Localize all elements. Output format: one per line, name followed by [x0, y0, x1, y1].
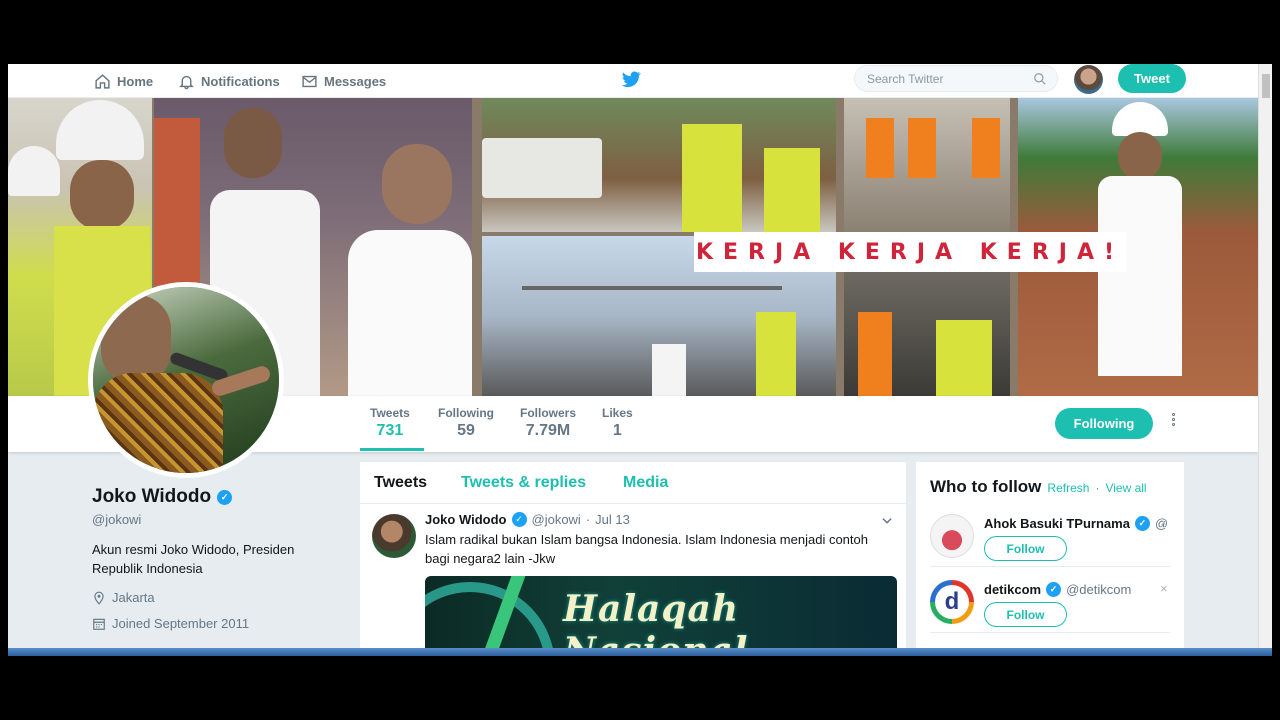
bell-icon: [179, 75, 194, 89]
stat-followers[interactable]: Followers 7.79M: [520, 406, 576, 440]
banner-photo-3: [482, 98, 836, 232]
nav-notifications-label: Notifications: [201, 73, 280, 89]
dismiss-suggestion-icon[interactable]: ×: [1160, 581, 1168, 596]
suggestion-name-text: detikcom: [984, 582, 1042, 597]
profile-bio: Akun resmi Joko Widodo, Presiden Republi…: [92, 542, 295, 576]
tweet-author-name[interactable]: Joko Widodo: [425, 512, 507, 527]
search-placeholder: Search Twitter: [867, 72, 944, 86]
browser-viewport: Home Notifications Messages Search Twitt…: [8, 64, 1272, 656]
stat-likes-value: 1: [612, 422, 622, 439]
profile-handle[interactable]: @jokowi: [92, 512, 141, 527]
stat-likes-label: Likes: [602, 406, 633, 420]
chevron-down-icon[interactable]: [880, 514, 894, 528]
nav-notifications[interactable]: Notifications: [178, 70, 280, 92]
location-pin-icon: [94, 591, 104, 605]
scrollbar-thumb[interactable]: [1262, 74, 1270, 98]
profile-location: Jakarta: [92, 590, 155, 605]
suggestion-avatar[interactable]: d: [930, 580, 974, 624]
verified-badge-icon: ✓: [217, 489, 233, 505]
header-separator: ·: [1095, 481, 1100, 495]
tweet-media-title: Halaqah Nasional: [563, 588, 749, 656]
profile-name-text: Joko Widodo: [92, 486, 212, 507]
tweet-header: Joko Widodo ✓ @jokowi · Jul 13: [425, 512, 630, 527]
tweet-avatar[interactable]: [372, 514, 416, 558]
calendar-icon: [93, 618, 105, 630]
stat-followers-value: 7.79M: [525, 422, 571, 439]
more-options-icon[interactable]: [1166, 413, 1180, 433]
tab-tweets[interactable]: Tweets: [374, 474, 427, 492]
suggestion-name[interactable]: Ahok Basuki TPurnama ✓ @: [984, 516, 1168, 531]
dismiss-suggestion-icon[interactable]: ×: [1160, 515, 1168, 530]
detik-logo-letter: d: [935, 585, 969, 619]
verified-badge-icon: ✓: [1046, 582, 1062, 597]
stat-followers-label: Followers: [520, 406, 577, 420]
profile-avatar[interactable]: [88, 282, 284, 478]
follow-button[interactable]: Follow: [984, 602, 1067, 627]
account-avatar[interactable]: [1074, 65, 1103, 94]
suggestion-item: Ahok Basuki TPurnama ✓ @ × Follow: [930, 512, 1170, 574]
nav-home[interactable]: Home: [94, 70, 153, 92]
stat-following-label: Following: [438, 406, 494, 420]
profile-joined-text: Joined September 2011: [112, 616, 250, 631]
divider: [930, 632, 1170, 633]
tweet-author-handle[interactable]: @jokowi: [532, 512, 581, 527]
profile-joined: Joined September 2011: [92, 616, 249, 631]
tab-tweets-replies[interactable]: Tweets & replies: [461, 474, 586, 492]
tweet-separator: ·: [585, 512, 591, 527]
nav-messages-label: Messages: [324, 73, 387, 89]
tweet-date[interactable]: Jul 13: [595, 512, 630, 527]
divider: [930, 566, 1170, 567]
stat-likes[interactable]: Likes 1: [602, 406, 633, 440]
who-to-follow-title: Who to follow: [930, 477, 1042, 496]
suggestion-handle: @detikcom: [1066, 582, 1132, 597]
search-icon[interactable]: [1033, 72, 1047, 86]
banner-photo-7: [844, 272, 1010, 396]
stat-following-value: 59: [457, 422, 475, 439]
suggestion-avatar[interactable]: [930, 514, 974, 558]
follow-button[interactable]: Follow: [984, 536, 1067, 561]
stat-tweets[interactable]: Tweets 731: [370, 406, 410, 440]
timeline-tabs: Tweets Tweets & replies Media: [360, 462, 906, 504]
page-scrollbar[interactable]: [1258, 64, 1272, 656]
tweet-media-image[interactable]: Halaqah Nasional: [425, 576, 897, 656]
suggestion-name-text: Ahok Basuki TPurnama: [984, 516, 1130, 531]
verified-badge-icon: ✓: [511, 512, 527, 527]
tweet-text: Islam radikal bukan Islam bangsa Indones…: [425, 532, 868, 566]
nav-messages[interactable]: Messages: [301, 70, 386, 92]
who-to-follow-panel: Who to follow Refresh · View all Ahok Ba…: [916, 462, 1184, 656]
following-button[interactable]: Following: [1055, 408, 1153, 439]
tab-media[interactable]: Media: [623, 474, 668, 492]
banner-slogan: KERJA KERJA KERJA!: [694, 232, 1126, 272]
view-all-link[interactable]: View all: [1105, 481, 1146, 495]
stat-tweets-label: Tweets: [370, 406, 410, 420]
twitter-bird-icon[interactable]: [620, 68, 642, 90]
profile-location-text: Jakarta: [112, 590, 155, 605]
suggestion-item: d detikcom ✓ @detikcom × Follow: [930, 578, 1170, 640]
verified-badge-icon: ✓: [1134, 516, 1150, 531]
timeline: Tweets Tweets & replies Media Joko Widod…: [360, 462, 906, 656]
suggestion-name[interactable]: detikcom ✓ @detikcom: [984, 582, 1131, 597]
stat-following[interactable]: Following 59: [438, 406, 494, 440]
tweet-button[interactable]: Tweet: [1118, 64, 1186, 93]
home-icon: [95, 73, 110, 89]
profile-name: Joko Widodo ✓: [92, 486, 233, 508]
nav-home-label: Home: [117, 73, 154, 89]
banner-photo-4: [844, 98, 1010, 232]
os-taskbar: [8, 648, 1272, 656]
envelope-icon: [302, 75, 317, 87]
top-navigation: Home Notifications Messages Search Twitt…: [8, 64, 1258, 98]
who-to-follow-header: Who to follow Refresh · View all: [930, 477, 1147, 497]
refresh-link[interactable]: Refresh: [1047, 481, 1089, 495]
search-input[interactable]: Search Twitter: [854, 65, 1058, 92]
active-stat-underline: [360, 448, 424, 451]
stat-tweets-value: 731: [376, 422, 404, 439]
